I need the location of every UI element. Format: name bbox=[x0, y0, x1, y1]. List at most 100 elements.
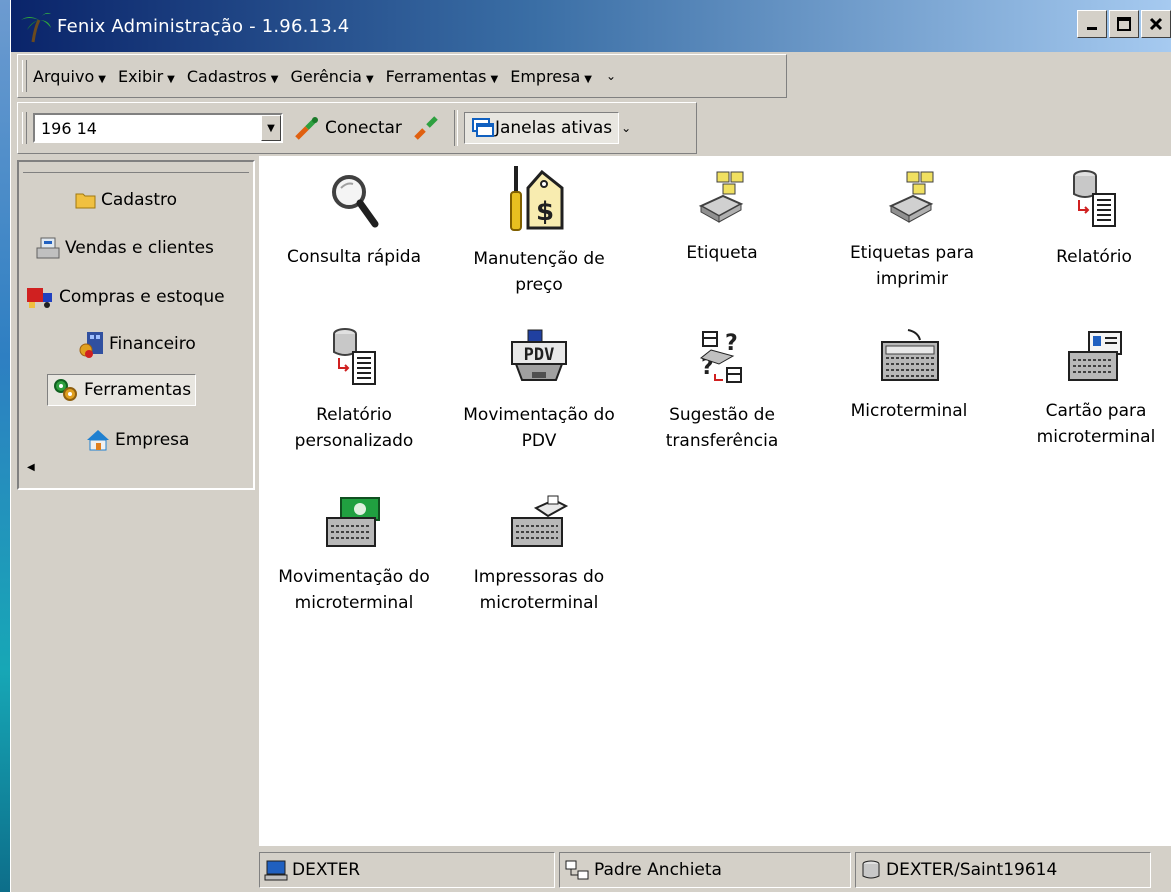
menu-ferramentas-label: Ferramentas bbox=[385, 66, 487, 86]
keyboard-card-icon bbox=[1068, 331, 1122, 381]
active-windows-button[interactable]: Janelas ativas bbox=[463, 112, 620, 144]
sidebar-item-label: Cadastro bbox=[101, 190, 178, 210]
title-bar[interactable]: Fenix Administração - 1.96.13.4 bbox=[11, 0, 1171, 52]
tile-label-line1: Sugestão de bbox=[669, 405, 775, 425]
network-icon bbox=[565, 860, 589, 880]
chevron-down-icon: ▼ bbox=[167, 73, 175, 85]
tile-label-line1: Relatório bbox=[1056, 247, 1132, 267]
gears-icon bbox=[54, 379, 77, 401]
branch-combo[interactable]: 196 14 ▼ bbox=[33, 113, 283, 143]
tile-label-line2: microterminal bbox=[1036, 427, 1156, 447]
maximize-button[interactable] bbox=[1109, 10, 1139, 38]
chevron-down-icon: ▼ bbox=[365, 73, 374, 85]
tools-panel: Consulta rápida $ Manutenção de preço Et… bbox=[259, 156, 1171, 846]
computer-icon bbox=[264, 860, 288, 881]
label-printer-icon bbox=[698, 171, 744, 223]
sidebar-item-ferramentas[interactable]: Ferramentas bbox=[47, 374, 197, 406]
branch-combo-value: 196 14 bbox=[41, 118, 97, 138]
menu-arquivo-label: Arquivo bbox=[33, 66, 95, 86]
connect-label: Conectar bbox=[325, 118, 402, 138]
menu-cadastros-label: Cadastros bbox=[186, 66, 267, 86]
tile-label-line2: personalizado bbox=[294, 431, 414, 451]
chevron-down-icon: ▼ bbox=[98, 73, 106, 85]
sidebar-item-financeiro[interactable]: Financeiro bbox=[79, 330, 196, 358]
main-window: Fenix Administração - 1.96.13.4 Arquivo ▼… bbox=[10, 0, 1171, 892]
truck-icon bbox=[27, 288, 52, 308]
panel-divider bbox=[23, 162, 249, 173]
label-printer-icon bbox=[888, 171, 934, 223]
navigation-panel: Cadastro Vendas e clientes Compras e est… bbox=[17, 160, 255, 490]
menu-empresa[interactable]: Empresa ▼ bbox=[510, 67, 592, 86]
menu-arquivo[interactable]: Arquivo ▼ bbox=[33, 67, 106, 86]
combo-dropdown-icon[interactable]: ▼ bbox=[261, 115, 281, 141]
scroll-left-arrow-icon[interactable]: ◀ bbox=[27, 462, 35, 473]
sidebar-item-label: Compras e estoque bbox=[59, 287, 225, 307]
sidebar-item-label: Empresa bbox=[115, 430, 190, 450]
sidebar-item-vendas[interactable]: Vendas e clientes bbox=[35, 236, 214, 260]
folder-icon bbox=[75, 193, 96, 209]
tile-impressoras-microterminal[interactable]: Impressoras do microterminal bbox=[454, 494, 624, 616]
tile-label-line2: transferência bbox=[665, 431, 779, 451]
sidebar-item-compras[interactable]: Compras e estoque bbox=[25, 284, 225, 310]
sidebar-item-empresa[interactable]: Empresa bbox=[85, 428, 189, 452]
palm-tree-icon bbox=[21, 12, 51, 43]
tile-label-line1: Cartão para bbox=[1045, 401, 1147, 421]
toolbar-grip[interactable] bbox=[22, 112, 27, 144]
tile-label-line1: Etiqueta bbox=[686, 243, 758, 263]
menu-exibir-label: Exibir bbox=[117, 66, 164, 86]
connect-button[interactable]: Conectar bbox=[293, 114, 402, 142]
tile-relatorio-personalizado[interactable]: Relatório personalizado bbox=[269, 326, 439, 454]
sidebar-item-cadastro[interactable]: Cadastro bbox=[75, 190, 177, 210]
tile-label-line1: Impressoras do bbox=[473, 567, 605, 587]
report-icon bbox=[1073, 170, 1116, 227]
tile-label-line1: Consulta rápida bbox=[286, 247, 422, 267]
tile-label-line1: Relatório bbox=[316, 405, 392, 425]
minimize-icon bbox=[1087, 27, 1097, 30]
tile-sugestao-transferencia[interactable]: ? ? Sugestão de transferência bbox=[637, 328, 807, 454]
keyboard-money-icon bbox=[326, 497, 380, 547]
tile-movimentacao-microterminal[interactable]: Movimentação do microterminal bbox=[269, 494, 439, 616]
transfer-suggestion-icon: ? ? bbox=[699, 331, 742, 383]
menu-bar: Arquivo ▼ Exibir ▼ Cadastros ▼ Gerência ▼ Fe… bbox=[17, 54, 787, 98]
windows-stack-icon bbox=[471, 118, 494, 137]
menu-exibir[interactable]: Exibir ▼ bbox=[118, 67, 175, 86]
status-branch: Padre Anchieta bbox=[559, 852, 851, 888]
building-money-icon bbox=[79, 332, 103, 358]
menu-grip[interactable] bbox=[22, 60, 27, 92]
keyboard-printer-icon bbox=[511, 495, 569, 547]
tile-label-line2: preço bbox=[515, 275, 563, 295]
plug-disconnect-icon bbox=[414, 116, 438, 140]
toolbar-separator bbox=[453, 110, 458, 146]
pdv-icon: PDV bbox=[511, 329, 567, 381]
status-database-label: DEXTER/Saint19614 bbox=[886, 860, 1058, 880]
status-database: DEXTER/Saint19614 bbox=[855, 852, 1151, 888]
tile-relatorio[interactable]: Relatório bbox=[1009, 168, 1171, 270]
menu-overflow-chevron-icon[interactable]: ⌄ bbox=[606, 69, 616, 83]
tile-manutencao-preco[interactable]: $ Manutenção de preço bbox=[454, 164, 624, 298]
close-button[interactable] bbox=[1141, 10, 1171, 38]
minimize-button[interactable] bbox=[1077, 10, 1107, 38]
sidebar-item-label: Financeiro bbox=[109, 334, 196, 354]
tile-microterminal[interactable]: Microterminal bbox=[824, 328, 994, 424]
magnifier-icon bbox=[332, 175, 379, 228]
sidebar-item-label: Ferramentas bbox=[84, 380, 192, 400]
tile-cartao-microterminal[interactable]: Cartão para microterminal bbox=[1011, 328, 1171, 450]
tile-label-line1: Manutenção de bbox=[473, 249, 605, 269]
tile-etiqueta[interactable]: Etiqueta bbox=[637, 170, 807, 266]
chevron-down-icon: ▼ bbox=[584, 73, 592, 85]
menu-ferramentas[interactable]: Ferramentas ▼ bbox=[386, 67, 499, 86]
disconnect-button[interactable] bbox=[412, 114, 444, 142]
tile-label-line2: imprimir bbox=[875, 269, 949, 289]
tile-label-line2: microterminal bbox=[479, 593, 599, 613]
chevron-down-icon: ▼ bbox=[490, 73, 499, 85]
maximize-icon bbox=[1117, 17, 1131, 31]
menu-cadastros[interactable]: Cadastros ▼ bbox=[187, 67, 279, 86]
tile-etiquetas-imprimir[interactable]: Etiquetas para imprimir bbox=[827, 170, 997, 292]
tile-consulta-rapida[interactable]: Consulta rápida bbox=[269, 170, 439, 270]
window-title: Fenix Administração - 1.96.13.4 bbox=[57, 15, 350, 37]
toolbar-overflow-chevron-icon[interactable]: ⌄ bbox=[621, 121, 631, 135]
menu-gerencia[interactable]: Gerência ▼ bbox=[290, 67, 373, 86]
tile-movimentacao-pdv[interactable]: PDV Movimentação do PDV bbox=[454, 328, 624, 454]
database-icon bbox=[862, 860, 880, 879]
tile-label-line2: PDV bbox=[521, 431, 557, 451]
